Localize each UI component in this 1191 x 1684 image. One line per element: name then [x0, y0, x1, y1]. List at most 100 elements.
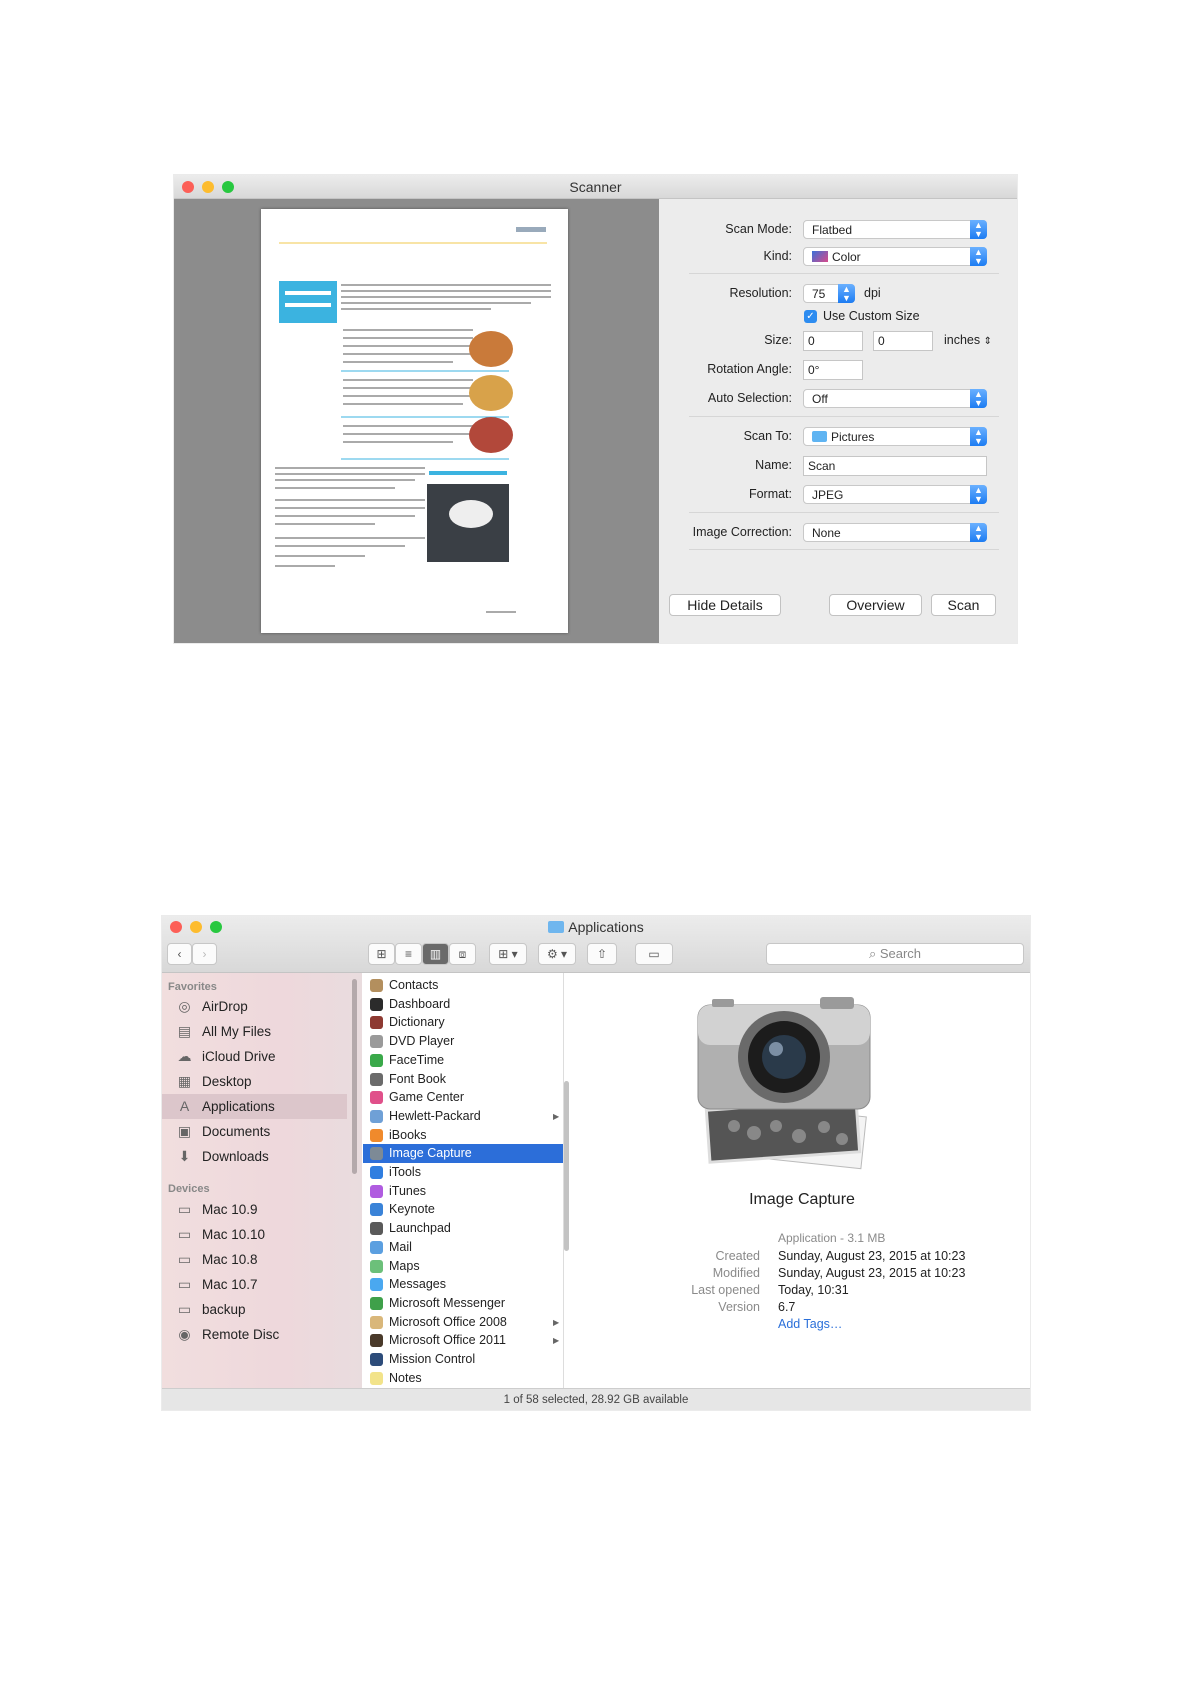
list-item[interactable]: Game Center [363, 1088, 563, 1107]
search-field[interactable]: ⌕ Search [766, 943, 1024, 965]
list-item[interactable]: Font Book [363, 1070, 563, 1089]
list-item[interactable]: iBooks [363, 1126, 563, 1145]
image-correction-value: None [812, 526, 841, 540]
list-item-label: Dashboard [389, 996, 451, 1011]
scan-preview-area[interactable] [174, 199, 659, 643]
list-item[interactable]: Maps [363, 1257, 563, 1276]
preview-app-kind: Application - 3.1 MB [778, 1231, 886, 1245]
arrange-button[interactable]: ⊞ ▾ [489, 943, 527, 965]
column-scrollbar[interactable] [564, 1081, 569, 1251]
icon-view-button[interactable]: ⊞ [368, 943, 395, 965]
app-icon [370, 1053, 383, 1067]
list-item[interactable]: Notes [363, 1369, 563, 1388]
sidebar-item-desktop[interactable]: ▦ Desktop [162, 1069, 347, 1094]
action-button[interactable]: ⚙ ▾ [538, 943, 576, 965]
list-item-label: Font Book [389, 1071, 446, 1086]
sidebar-scrollbar[interactable] [352, 979, 357, 1174]
tag-icon: ▭ [648, 947, 660, 961]
overview-button[interactable]: Overview [829, 594, 922, 616]
column-view-button[interactable]: ▥ [422, 943, 449, 965]
list-item[interactable]: Messages [363, 1275, 563, 1294]
list-view-button[interactable]: ≡ [395, 943, 422, 965]
app-icon [370, 1353, 383, 1366]
sidebar-item-device[interactable]: ▭ Mac 10.10 [162, 1222, 347, 1247]
image-correction-popup[interactable]: None ▲ ▼ [803, 523, 987, 542]
sidebar-item-all-my-files[interactable]: ▤ All My Files [162, 1019, 347, 1044]
sidebar-item-documents[interactable]: ▣ Documents [162, 1119, 347, 1144]
size-height-input[interactable]: 0 [873, 331, 933, 351]
add-tags-link[interactable]: Add Tags… [778, 1317, 842, 1331]
app-icon [370, 1128, 383, 1142]
app-icon [370, 1184, 383, 1198]
image-correction-label: Image Correction: [692, 525, 792, 539]
tags-button[interactable]: ▭ [635, 943, 673, 965]
list-item[interactable]: Contacts [363, 976, 563, 995]
size-width-input[interactable]: 0 [803, 331, 863, 351]
popup-arrows-icon: ▲ ▼ [970, 427, 987, 446]
popup-arrows-icon: ▲ ▼ [970, 389, 987, 408]
list-item[interactable]: Microsoft Office 2008 ▶ [363, 1313, 563, 1332]
app-icon [370, 1203, 383, 1217]
applications-icon: A [179, 1098, 190, 1114]
list-item[interactable]: Image Capture [363, 1144, 563, 1164]
sidebar-item-applications[interactable]: A Applications [162, 1094, 347, 1119]
resolution-stepper[interactable]: 75 ▲ ▼ [803, 284, 855, 303]
chevron-right-icon: › [202, 947, 207, 961]
info-modified-label: Modified [712, 1266, 760, 1280]
size-label: Size: [764, 333, 792, 347]
list-item[interactable]: Keynote [363, 1200, 563, 1219]
sidebar-item-airdrop[interactable]: ◎ AirDrop [162, 994, 347, 1019]
list-item[interactable]: Mail [363, 1238, 563, 1257]
sidebar-item-device[interactable]: ▭ Mac 10.7 [162, 1272, 347, 1297]
finder-sidebar: Favorites ◎ AirDrop ▤ All My Files ☁ iCloud… [162, 973, 362, 1388]
list-item[interactable]: Microsoft Messenger [363, 1294, 563, 1313]
back-button[interactable]: ‹ [167, 943, 192, 965]
auto-selection-label: Auto Selection: [707, 391, 792, 405]
preview-app-name: Image Capture [749, 1191, 855, 1208]
disclosure-arrow-icon: ▶ [553, 1336, 560, 1346]
forward-button[interactable]: › [192, 943, 217, 965]
list-item[interactable]: Microsoft Office 2011 ▶ [363, 1331, 563, 1350]
list-item[interactable]: Dashboard [363, 995, 563, 1014]
list-item-label: Maps [389, 1258, 420, 1273]
name-input[interactable]: Scan [803, 456, 987, 476]
list-item[interactable]: Mission Control [363, 1350, 563, 1369]
custom-size-checkbox[interactable]: ✓ [804, 310, 817, 323]
list-item[interactable]: Dictionary [363, 1013, 563, 1032]
share-button[interactable]: ⇧ [587, 943, 617, 965]
format-value: JPEG [812, 488, 844, 502]
popup-arrows-icon: ▲ ▼ [970, 220, 987, 239]
app-icon [370, 1334, 383, 1348]
rotation-input[interactable]: 0° [803, 360, 863, 380]
sidebar-item-device[interactable]: ▭ backup [162, 1297, 347, 1322]
scan-button[interactable]: Scan [931, 594, 996, 616]
hide-details-button[interactable]: Hide Details [669, 594, 781, 616]
sidebar-item-device[interactable]: ▭ Mac 10.8 [162, 1247, 347, 1272]
list-item[interactable]: FaceTime [363, 1051, 563, 1070]
kind-popup[interactable]: Color ▲ ▼ [803, 247, 987, 266]
list-item-label: Mission Control [389, 1352, 476, 1366]
cover-flow-button[interactable]: ⧈ [449, 943, 476, 965]
disclosure-arrow-icon: ▶ [553, 1317, 560, 1327]
status-bar: 1 of 58 selected, 28.92 GB available [162, 1388, 1030, 1410]
sidebar-item-remote-disc[interactable]: ◉ Remote Disc [162, 1322, 347, 1347]
columns-icon: ▥ [429, 947, 442, 961]
sidebar-item-downloads[interactable]: ⬇ Downloads [162, 1144, 347, 1169]
size-unit-popup[interactable]: inches ⇕ [944, 333, 992, 347]
list-item-label: iBooks [389, 1127, 427, 1142]
auto-selection-popup[interactable]: Off ▲ ▼ [803, 389, 987, 408]
cloud-icon: ☁ [177, 1048, 192, 1064]
list-item[interactable]: DVD Player [363, 1032, 563, 1051]
app-icon [370, 1259, 383, 1273]
list-item[interactable]: iTools [363, 1163, 563, 1182]
list-item[interactable]: Launchpad [363, 1219, 563, 1238]
scan-mode-popup[interactable]: Flatbed ▲ ▼ [803, 220, 987, 239]
sidebar-item-icloud-drive[interactable]: ☁ iCloud Drive [162, 1044, 347, 1069]
list-item[interactable]: iTunes [363, 1182, 563, 1201]
info-version-label: Version [718, 1300, 760, 1314]
sidebar-item-device[interactable]: ▭ Mac 10.9 [162, 1197, 347, 1222]
custom-size-label: Use Custom Size [823, 309, 920, 323]
scan-to-popup[interactable]: Pictures ▲ ▼ [803, 427, 987, 446]
format-popup[interactable]: JPEG ▲ ▼ [803, 485, 987, 504]
list-item[interactable]: Hewlett-Packard ▶ [363, 1107, 563, 1126]
